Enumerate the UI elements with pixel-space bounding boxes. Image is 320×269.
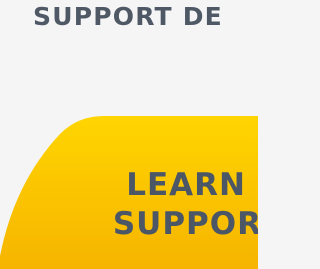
page: SUPPORT DE LEARN SUPPOR: [0, 0, 258, 269]
section-heading: SUPPORT DE: [33, 2, 223, 31]
card-title-line-2: SUPPOR: [112, 206, 258, 242]
card-title: LEARN SUPPOR: [0, 166, 258, 244]
learn-support-card[interactable]: LEARN SUPPOR: [0, 116, 258, 269]
card-title-line-1: LEARN: [126, 167, 246, 203]
